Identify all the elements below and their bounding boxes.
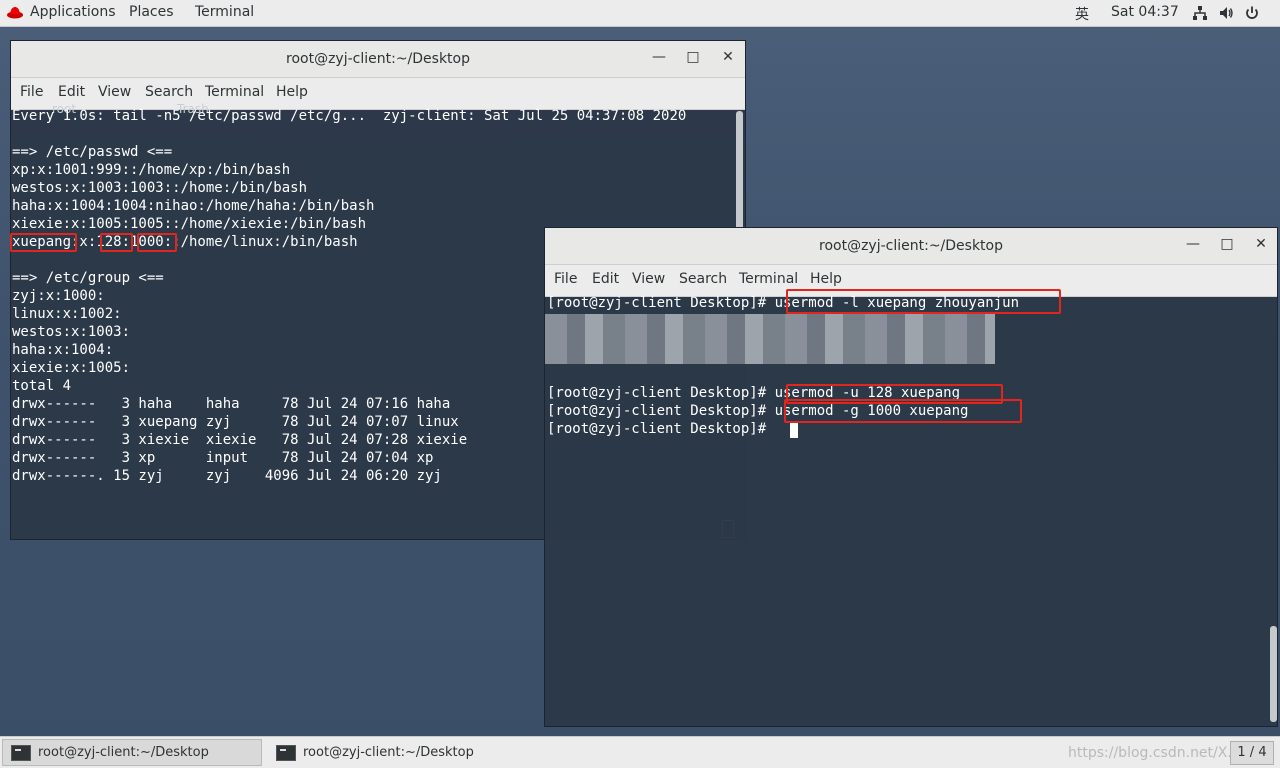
- highlight-uid: [100, 233, 133, 252]
- terminal-icon: [276, 744, 296, 761]
- menu-file[interactable]: File: [20, 84, 43, 100]
- maximize-icon[interactable]: □: [683, 49, 703, 65]
- places-menu[interactable]: Places: [129, 4, 174, 20]
- minimize-icon[interactable]: —: [649, 49, 669, 65]
- highlight-gid-command: [784, 399, 1022, 423]
- window-title: root@zyj-client:~/Desktop: [286, 51, 470, 67]
- menu-edit[interactable]: Edit: [592, 271, 619, 287]
- watermark: https://blog.csdn.net/X...: [1068, 745, 1241, 761]
- scrollbar[interactable]: [736, 111, 743, 231]
- terminal-line: westos:x:1003:1003::/home:/bin/bash: [12, 180, 308, 196]
- menu-help[interactable]: Help: [810, 271, 842, 287]
- highlight-gid: [137, 233, 177, 252]
- clock[interactable]: Sat 04:37: [1111, 4, 1179, 20]
- highlight-username: [10, 233, 77, 252]
- power-icon: [1246, 6, 1258, 19]
- terminal-line: haha:x:1004:1004:nihao:/home/haha:/bin/b…: [12, 198, 375, 214]
- workspace-switcher[interactable]: 1 / 4: [1230, 741, 1274, 765]
- terminal-line: ==> /etc/passwd <==: [12, 144, 173, 160]
- scrollbar[interactable]: [1270, 626, 1277, 722]
- network-icon: [1193, 6, 1207, 20]
- window-title: root@zyj-client:~/Desktop: [819, 238, 1003, 254]
- text-cursor: [790, 423, 798, 438]
- close-icon[interactable]: ✕: [718, 49, 738, 65]
- input-method-indicator[interactable]: 英: [1075, 4, 1089, 24]
- highlight-rename-command: [786, 289, 1061, 314]
- menu-terminal[interactable]: Terminal: [205, 84, 264, 100]
- window-titlebar[interactable]: root@zyj-client:~/Desktop — □ ✕: [11, 41, 745, 78]
- menu-edit[interactable]: Edit: [58, 84, 85, 100]
- redacted-output: [545, 314, 995, 364]
- menu-bar: File Edit View Search Terminal Help: [11, 78, 745, 110]
- menu-search[interactable]: Search: [679, 271, 727, 287]
- taskbar-item[interactable]: root@zyj-client:~/Desktop: [268, 739, 528, 766]
- terminal-app-menu[interactable]: Terminal: [195, 4, 254, 20]
- menu-file[interactable]: File: [554, 271, 577, 287]
- volume-icon: [1220, 7, 1233, 19]
- menu-terminal[interactable]: Terminal: [739, 271, 798, 287]
- terminal-icon: [11, 744, 31, 761]
- window-titlebar[interactable]: root@zyj-client:~/Desktop — □ ✕: [545, 228, 1277, 265]
- taskbar-item[interactable]: root@zyj-client:~/Desktop: [2, 739, 262, 766]
- terminal-line: Every 1.0s: tail -n5 /etc/passwd /etc/g.…: [12, 108, 687, 124]
- maximize-icon[interactable]: □: [1217, 236, 1237, 252]
- redhat-logo-icon: [7, 7, 23, 19]
- close-icon[interactable]: ✕: [1251, 236, 1271, 252]
- applications-label: Applications: [30, 4, 116, 20]
- system-status-area[interactable]: [1192, 5, 1260, 21]
- taskbar-item-label: root@zyj-client:~/Desktop: [303, 745, 474, 760]
- minimize-icon[interactable]: —: [1183, 236, 1203, 252]
- menu-search[interactable]: Search: [145, 84, 193, 100]
- top-panel: Applications Places Terminal 英 Sat 04:37: [0, 0, 1280, 27]
- menu-view[interactable]: View: [632, 271, 665, 287]
- terminal-line: xp:x:1001:999::/home/xp:/bin/bash: [12, 162, 291, 178]
- taskbar-item-label: root@zyj-client:~/Desktop: [38, 745, 209, 760]
- applications-menu[interactable]: Applications: [6, 4, 116, 20]
- menu-help[interactable]: Help: [276, 84, 308, 100]
- menu-view[interactable]: View: [98, 84, 131, 100]
- window-list-bar: root@zyj-client:~/Desktop root@zyj-clien…: [0, 736, 1280, 768]
